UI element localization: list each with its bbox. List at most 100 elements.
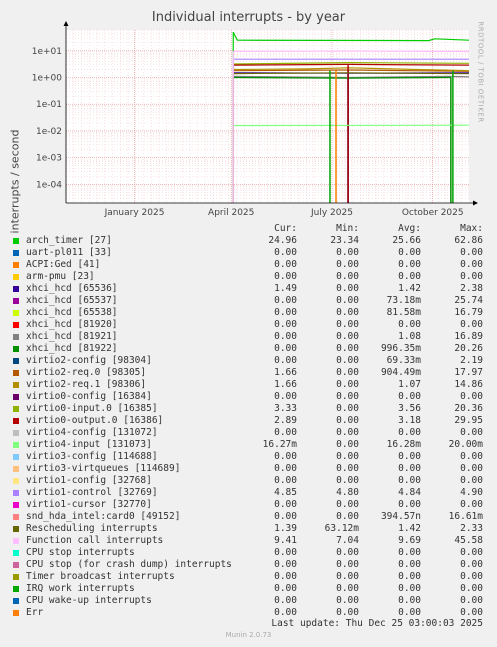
legend-max: 0.00 [460,319,483,330]
legend-avg: 0.00 [398,559,421,570]
legend-swatch [13,406,19,412]
legend-row: xhci_hcd [65538] 0.00 0.00 81.58m 16.79 [10,307,490,319]
legend-min: 0.00 [336,295,359,306]
legend-avg: 0.00 [398,391,421,402]
legend-avg: 0.00 [398,475,421,486]
legend-row: xhci_hcd [65537] 0.00 0.00 73.18m 25.74 [10,295,490,307]
legend-row: CPU wake-up interrupts 0.00 0.00 0.00 0.00 [10,595,490,607]
legend-swatch [13,334,19,340]
y-tick-label: 1e-04 [36,180,62,190]
legend-avg: 0.00 [398,499,421,510]
legend-cur: 4.85 [274,487,297,498]
legend-avg: 0.00 [398,247,421,258]
legend-row: virtio0-config [16384] 0.00 0.00 0.00 0.00 [10,391,490,403]
legend-swatch [13,502,19,508]
legend-row: virtio1-cursor [32770] 0.00 0.00 0.00 0.00 [10,499,490,511]
legend-avg: 996.35m [380,343,421,354]
legend-avg: 9.69 [398,535,421,546]
legend-min: 0.00 [336,571,359,582]
legend-min: 0.00 [336,583,359,594]
legend-cur: 3.33 [274,403,297,414]
legend-min: 23.34 [330,235,359,246]
legend-max: 0.00 [460,571,483,582]
legend-max: 0.00 [460,547,483,558]
legend-swatch [13,490,19,496]
legend-max: 0.00 [460,451,483,462]
legend-swatch [13,610,19,616]
legend-row: virtio0-input.0 [16385] 3.33 0.00 3.56 20.36 [10,403,490,415]
legend-max: 16.89 [454,331,483,342]
legend-name: CPU stop (for crash dump) interrupts [26,559,232,570]
legend-cur: 0.00 [274,499,297,510]
legend-max: 29.95 [454,415,483,426]
header-cur: Cur: [274,223,297,234]
legend-max: 16.79 [454,307,483,318]
y-tick-label: 1e+01 [32,47,62,57]
legend-min: 4.80 [336,487,359,498]
munin-version: Munin 2.0.73 [225,631,272,639]
y-tick-label: 1e-01 [36,100,62,110]
legend-avg: 0.00 [398,427,421,438]
legend-min: 0.00 [336,499,359,510]
legend-swatch [13,262,19,268]
legend-min: 0.00 [336,283,359,294]
legend-swatch [13,250,19,256]
legend-cur: 1.49 [274,283,297,294]
legend-name: virtio0-output.0 [16386] [26,415,164,426]
x-tick-label: October 2025 [402,208,464,218]
legend-min: 0.00 [336,391,359,402]
legend-min: 0.00 [336,463,359,474]
legend-swatch [13,586,19,592]
x-axis-arrow [473,200,478,206]
legend-name: xhci_hcd [81920] [26,319,118,330]
legend-avg: 3.56 [398,403,421,414]
legend-min: 7.04 [336,535,359,546]
legend-swatch [13,562,19,568]
legend-avg: 81.58m [386,307,421,318]
legend-avg: 0.00 [398,571,421,582]
legend-cur: 0.00 [274,511,297,522]
legend-name: CPU stop interrupts [26,547,135,558]
legend-min: 0.00 [336,379,359,390]
legend-row: xhci_hcd [81922] 0.00 0.00 996.35m 20.26 [10,343,490,355]
legend-swatch [13,274,19,280]
legend-row: arch_timer [27] 24.96 23.34 25.66 62.86 [10,235,490,247]
legend-swatch [13,442,19,448]
legend-row: virtio2-config [98304] 0.00 0.00 69.33m 2.19 [10,355,490,367]
legend-name: CPU wake-up interrupts [26,595,152,606]
legend-name: Rescheduling interrupts [26,523,158,534]
legend-name: ACPI:Ged [41] [26,259,101,270]
legend-max: 16.61m [448,511,483,522]
legend-swatch [13,466,19,472]
legend-max: 17.97 [454,367,483,378]
legend-swatch [13,286,19,292]
legend-cur: 0.00 [274,595,297,606]
legend-max: 14.86 [454,379,483,390]
legend-max: 0.00 [460,427,483,438]
legend-name: xhci_hcd [65538] [26,307,118,318]
legend-min: 0.00 [336,415,359,426]
legend-row: CPU stop interrupts 0.00 0.00 0.00 0.00 [10,547,490,559]
interrupts-chart: 1e+01 1e+00 1e-01 1e-02 1e-03 1e-04 January 20… [32,21,478,218]
legend-name: xhci_hcd [81922] [26,343,118,354]
legend-avg: 4.84 [398,487,421,498]
legend-name: virtio0-config [16384] [26,391,152,402]
legend-cur: 0.00 [274,295,297,306]
legend-row: virtio3-virtqueues [114689] 0.00 0.00 0.00 0… [10,463,490,475]
legend-cur: 0.00 [274,259,297,270]
legend-cur: 0.00 [274,307,297,318]
legend-max: 0.00 [460,259,483,270]
legend-max: 0.00 [460,499,483,510]
legend-swatch [13,538,19,544]
legend-name: virtio2-config [98304] [26,355,152,366]
legend-cur: 16.27m [262,439,297,450]
legend-row: virtio3-config [114688] 0.00 0.00 0.00 0.00 [10,451,490,463]
legend-min: 0.00 [336,475,359,486]
legend-cur: 0.00 [274,319,297,330]
legend-name: Timer broadcast interrupts [26,571,175,582]
legend-name: snd_hda_intel:card0 [49152] [26,511,181,522]
legend-swatch [13,478,19,484]
legend-row: virtio1-control [32769] 4.85 4.80 4.84 4.90 [10,487,490,499]
legend-row: xhci_hcd [65536] 1.49 0.00 1.42 2.38 [10,283,490,295]
legend-min: 63.12m [324,523,359,534]
